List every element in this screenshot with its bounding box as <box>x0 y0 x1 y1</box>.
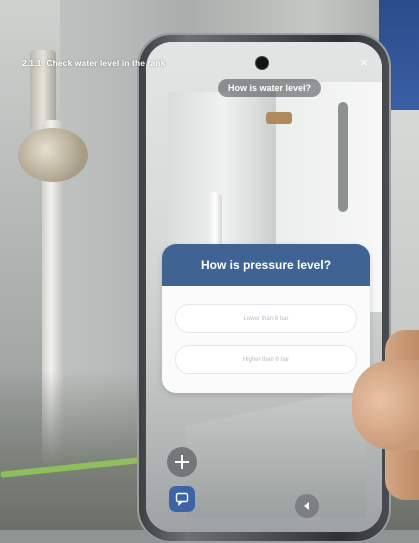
chat-icon <box>175 492 189 506</box>
step-title: 2.1.1. Check water level in the tank <box>22 58 166 68</box>
add-button[interactable] <box>167 447 197 477</box>
option-higher-than-6-bar[interactable]: Higher than 6 bar <box>175 345 357 374</box>
brass-valve <box>266 112 292 124</box>
option-lower-than-6-bar[interactable]: Lower than 6 bar <box>175 304 357 333</box>
machine-frame <box>186 387 366 517</box>
flange-valve <box>18 128 88 182</box>
close-icon[interactable]: ✕ <box>360 58 368 69</box>
dialog-header: How is pressure level? <box>162 244 370 286</box>
water-level-hint[interactable]: How is water level? <box>218 79 322 97</box>
back-icon <box>304 502 309 510</box>
front-camera <box>256 57 268 69</box>
chat-button[interactable] <box>169 486 195 512</box>
hand-thumb <box>352 360 419 450</box>
back-button[interactable] <box>295 494 319 518</box>
pressure-question-dialog: How is pressure level? Lower than 6 bar … <box>162 244 370 393</box>
pipe <box>338 102 348 212</box>
plus-icon <box>175 455 189 469</box>
dialog-title: How is pressure level? <box>200 258 332 272</box>
